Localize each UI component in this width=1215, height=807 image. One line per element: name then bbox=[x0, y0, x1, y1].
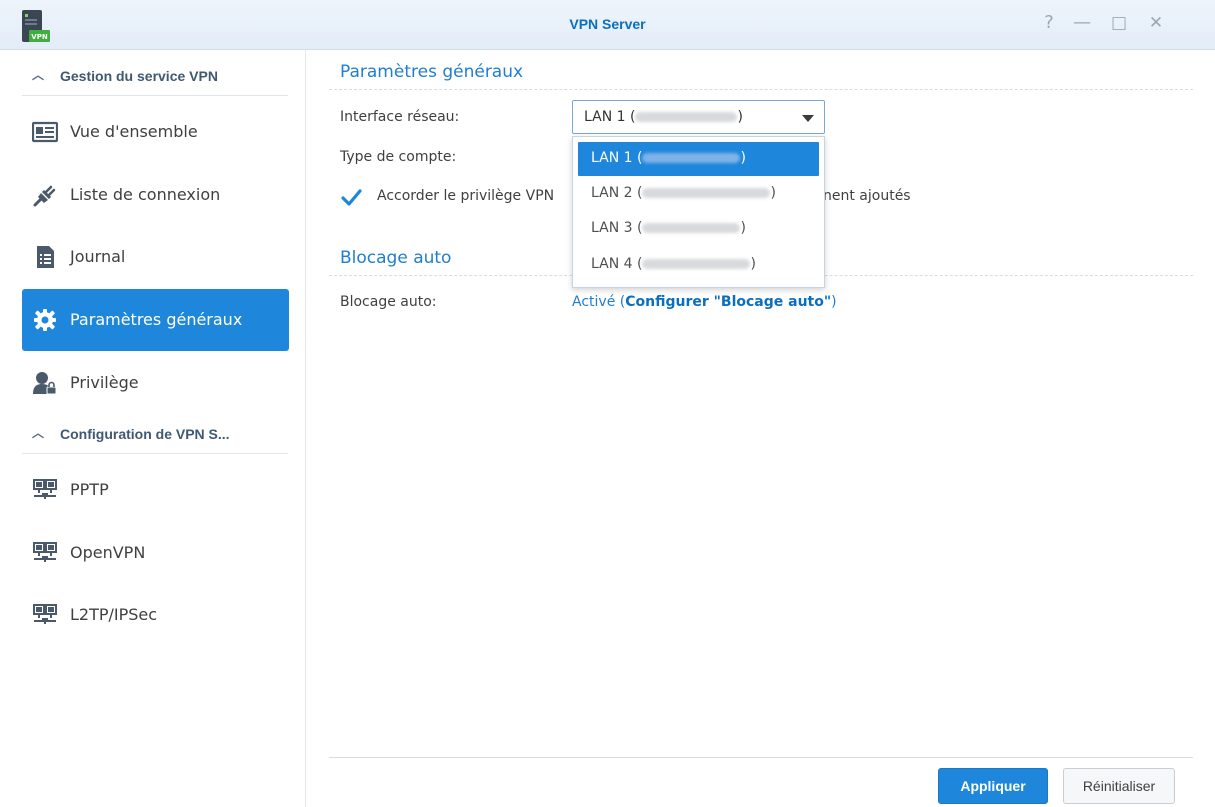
grant-vpn-privilege-checkbox[interactable] bbox=[340, 187, 362, 209]
network-interface-label: Interface réseau: bbox=[340, 109, 460, 125]
sidebar-item-label: Vue d'ensemble bbox=[70, 122, 198, 141]
reset-button[interactable]: Réinitialiser bbox=[1063, 768, 1175, 804]
select-value: LAN 1 () bbox=[584, 109, 743, 125]
sidebar-item-label: PPTP bbox=[70, 480, 109, 499]
chevron-down-icon[interactable] bbox=[802, 115, 814, 122]
sidebar: ︿ Gestion du service VPN Vue d'ensemble … bbox=[0, 50, 306, 807]
sidebar-item-label: Liste de connexion bbox=[70, 185, 221, 204]
redacted-ip bbox=[642, 259, 751, 269]
account-type-label: Type de compte: bbox=[340, 149, 457, 165]
sidebar-item-l2tp-ipsec[interactable]: L2TP/IPSec bbox=[22, 584, 289, 646]
configure-auto-block-link[interactable]: Configurer "Blocage auto" bbox=[625, 294, 831, 310]
window-title: VPN Server bbox=[569, 16, 646, 32]
sidebar-item-openvpn[interactable]: OpenVPN bbox=[22, 522, 289, 584]
checkbox-label: Accorder le privilège VPN bbox=[377, 188, 555, 204]
section-title: Blocage auto bbox=[340, 248, 452, 268]
network-icon bbox=[33, 479, 57, 499]
dropdown-option-lan4[interactable]: LAN 4 () bbox=[578, 248, 819, 282]
chevron-up-icon: ︿ bbox=[32, 426, 45, 440]
section-general-settings: Paramètres généraux bbox=[329, 50, 1193, 90]
title-bar: VPN VPN Server ? — □ ✕ bbox=[0, 0, 1215, 50]
sidebar-section-vpn-management[interactable]: ︿ Gestion du service VPN bbox=[22, 56, 288, 96]
sidebar-item-overview[interactable]: Vue d'ensemble bbox=[22, 101, 289, 163]
redacted-ip bbox=[642, 188, 771, 198]
main-panel: Paramètres généraux Interface réseau: LA… bbox=[307, 50, 1215, 807]
network-interface-dropdown: LAN 1 () LAN 2 () LAN 3 () LAN 4 () bbox=[572, 136, 825, 288]
log-document-icon bbox=[37, 246, 54, 268]
sidebar-item-label: Paramètres généraux bbox=[70, 310, 243, 329]
section-title: Paramètres généraux bbox=[340, 62, 524, 82]
sidebar-item-privilege[interactable]: Privilège bbox=[22, 352, 289, 414]
dropdown-option-lan3[interactable]: LAN 3 () bbox=[578, 212, 819, 246]
network-icon bbox=[33, 542, 57, 562]
dropdown-option-lan1[interactable]: LAN 1 () bbox=[578, 142, 819, 176]
redacted-ip bbox=[642, 153, 741, 163]
gear-icon bbox=[34, 309, 56, 331]
maximize-icon[interactable]: □ bbox=[1106, 10, 1132, 36]
sidebar-item-label: OpenVPN bbox=[70, 543, 146, 562]
sidebar-item-label: Journal bbox=[70, 247, 126, 266]
connection-plug-icon bbox=[33, 185, 56, 207]
network-icon bbox=[33, 604, 57, 624]
auto-block-label: Blocage auto: bbox=[340, 294, 437, 310]
overview-card-icon bbox=[32, 121, 58, 143]
apply-button[interactable]: Appliquer bbox=[938, 768, 1048, 804]
sidebar-item-label: Privilège bbox=[70, 373, 139, 392]
dropdown-option-lan2[interactable]: LAN 2 () bbox=[578, 177, 819, 211]
user-lock-icon bbox=[33, 372, 57, 395]
sidebar-item-general-settings[interactable]: Paramètres généraux bbox=[22, 289, 289, 351]
network-interface-select[interactable]: LAN 1 () bbox=[572, 100, 825, 134]
chevron-up-icon: ︿ bbox=[32, 68, 45, 82]
svg-text:VPN: VPN bbox=[31, 33, 48, 41]
close-icon[interactable]: ✕ bbox=[1143, 10, 1169, 36]
minimize-icon[interactable]: — bbox=[1069, 10, 1095, 36]
checkbox-label-tail: nent ajoutés bbox=[823, 188, 911, 204]
sidebar-item-label: L2TP/IPSec bbox=[70, 605, 158, 624]
sidebar-item-pptp[interactable]: PPTP bbox=[22, 459, 289, 521]
sidebar-section-vpn-config[interactable]: ︿ Configuration de VPN S... bbox=[22, 414, 288, 454]
sidebar-item-journal[interactable]: Journal bbox=[22, 226, 289, 288]
auto-block-status: Activé (Configurer "Blocage auto") bbox=[572, 294, 837, 310]
redacted-ip bbox=[642, 223, 741, 233]
sidebar-item-connection-list[interactable]: Liste de connexion bbox=[22, 164, 289, 226]
help-icon[interactable]: ? bbox=[1036, 10, 1062, 36]
redacted-ip bbox=[635, 112, 738, 122]
footer-divider bbox=[329, 757, 1193, 758]
